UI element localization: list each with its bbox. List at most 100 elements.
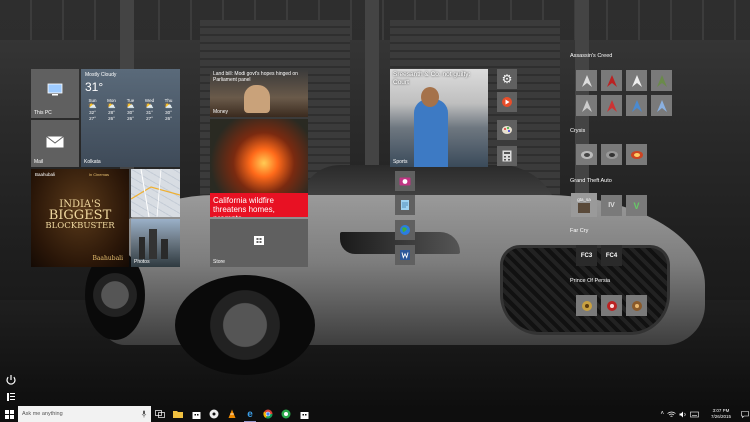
tile-sports[interactable]: Sreesanth & Co. not guilty: Court Sports [390,69,488,167]
tile-word[interactable] [395,245,415,265]
tile-assassins-creed-8[interactable] [651,95,672,116]
start-button[interactable] [0,406,18,422]
gta-tile-label: gta_sa [577,197,591,202]
tile-far-cry-4[interactable]: FC4 [601,245,622,266]
movie-logo: Baahubali [92,255,123,262]
cortana-search-box[interactable]: Ask me anything [18,406,151,422]
forecast-day: Tue ⛅ 30° 26° [121,98,140,122]
car-wheel [175,275,315,375]
tile-globe[interactable] [395,220,415,240]
tile-assassins-creed-6[interactable] [601,95,622,116]
show-hidden-icons-icon[interactable]: ˄ [660,411,664,417]
tile-assassins-creed-1[interactable] [576,70,597,91]
volume-icon[interactable] [679,411,687,418]
tile-gta-iv[interactable]: IV [601,195,622,216]
taskbar-app-green[interactable] [277,406,295,422]
tile-crysis-3[interactable] [626,144,647,165]
taskbar-media-app[interactable] [205,406,223,422]
taskbar-vlc[interactable] [223,406,241,422]
windows-logo-icon [4,409,14,419]
tile-assassins-creed-3[interactable] [626,70,647,91]
edge-icon: e [247,408,253,420]
taskbar-file-explorer[interactable] [169,406,187,422]
document-icon [401,200,409,210]
tile-far-cry-3[interactable]: FC3 [576,245,597,266]
tile-crysis-1[interactable] [576,144,597,165]
assassins-creed-icon [631,74,642,87]
group-header[interactable]: Prince Of Persia [570,278,610,284]
crysis-icon [580,150,593,159]
store-bag-icon [192,411,200,419]
microphone-icon[interactable] [141,410,147,418]
tile-label: Sports [393,159,408,165]
group-header[interactable]: Grand Theft Auto [570,178,612,184]
map-icon [131,169,180,217]
tile-crysis-2[interactable] [601,144,622,165]
far-cry-3-icon: FC3 [580,252,593,259]
gear-icon: ⚙ [501,72,513,86]
tile-assassins-creed-4[interactable] [651,70,672,91]
tile-this-pc[interactable]: This PC [31,69,79,118]
assassins-creed-icon [581,99,592,112]
news-headline: Sreesanth & Co. not guilty: Court [393,71,471,86]
assassins-creed-icon [631,99,642,112]
tile-settings[interactable]: ⚙ [497,69,517,89]
action-center-button[interactable] [740,406,750,422]
task-view-icon [155,410,165,418]
tile-documents[interactable] [395,195,415,215]
forecast-low: 26° [108,116,115,121]
keyboard-icon[interactable] [690,411,699,418]
calculator-icon [502,150,512,162]
crysis-icon [630,150,643,159]
all-apps-icon[interactable] [5,391,17,403]
search-placeholder: Ask me anything [22,411,63,417]
group-header[interactable]: Far Cry [570,228,588,234]
taskbar-edge[interactable]: e [241,406,259,422]
vlc-cone-icon [228,409,236,418]
tile-news-wildfire[interactable]: California wildfire threatens homes, pro… [210,119,308,217]
weather-condition: Mostly Cloudy [85,72,117,78]
group-header[interactable]: Crysis [570,128,585,134]
folder-icon [173,411,183,418]
assassins-creed-icon [606,99,617,112]
far-cry-4-icon: FC4 [605,252,618,259]
tile-assassins-creed-5[interactable] [576,95,597,116]
taskbar-store[interactable] [187,406,205,422]
gta-v-icon: V [633,200,640,211]
forecast-low: 27° [89,116,96,121]
tile-prince-of-persia-3[interactable] [626,295,647,316]
chrome-icon [263,409,273,419]
tile-label: Store [213,259,225,265]
news-person-photo [244,85,270,113]
tile-news[interactable]: Land bill: Modi govt's hopes hinged on P… [210,69,308,117]
taskbar: Ask me anything e ˄ 3:07 PM 7/26/2015 [0,406,750,422]
tile-prince-of-persia-1[interactable] [576,295,597,316]
tile-mail[interactable]: Mail [31,120,79,167]
tile-store[interactable]: Store [210,219,308,267]
tile-paint[interactable] [497,120,517,140]
tile-assassins-creed-2[interactable] [601,70,622,91]
clock-date: 7/26/2015 [710,414,732,419]
tile-gta-v[interactable]: V [626,195,647,216]
tile-photos[interactable]: Photos [131,219,180,267]
power-icon[interactable] [5,374,17,386]
clock[interactable]: 3:07 PM 7/26/2015 [702,408,740,420]
group-header[interactable]: Assassin's Creed [570,53,612,59]
weather-forecast: Sun ⛅ 32° 27° Mon ⛅ 28° 26° Tue ⛅ 30° 26… [83,98,178,122]
media-player-icon [502,97,512,107]
taskbar-chrome[interactable] [259,406,277,422]
tile-maps[interactable] [131,169,180,217]
tile-prince-of-persia-2[interactable] [601,295,622,316]
weather-location: Kolkata [84,159,101,165]
tile-calculator[interactable] [497,146,517,166]
tile-camera[interactable] [395,171,415,191]
tile-media-player[interactable] [497,92,517,112]
taskbar-store-2[interactable] [295,406,313,422]
wifi-icon[interactable] [667,411,676,418]
tile-weather[interactable]: Mostly Cloudy 31° Sun ⛅ 32° 27° Mon ⛅ 28… [81,69,180,167]
tile-assassins-creed-7[interactable] [626,95,647,116]
assassins-creed-icon [656,74,667,87]
tile-movie-baahubali[interactable]: Baahubali In Cinemas INDIA'S BIGGEST BLO… [31,169,129,267]
tile-gta-sa[interactable]: gta_sa [571,193,597,217]
task-view-button[interactable] [151,406,169,422]
